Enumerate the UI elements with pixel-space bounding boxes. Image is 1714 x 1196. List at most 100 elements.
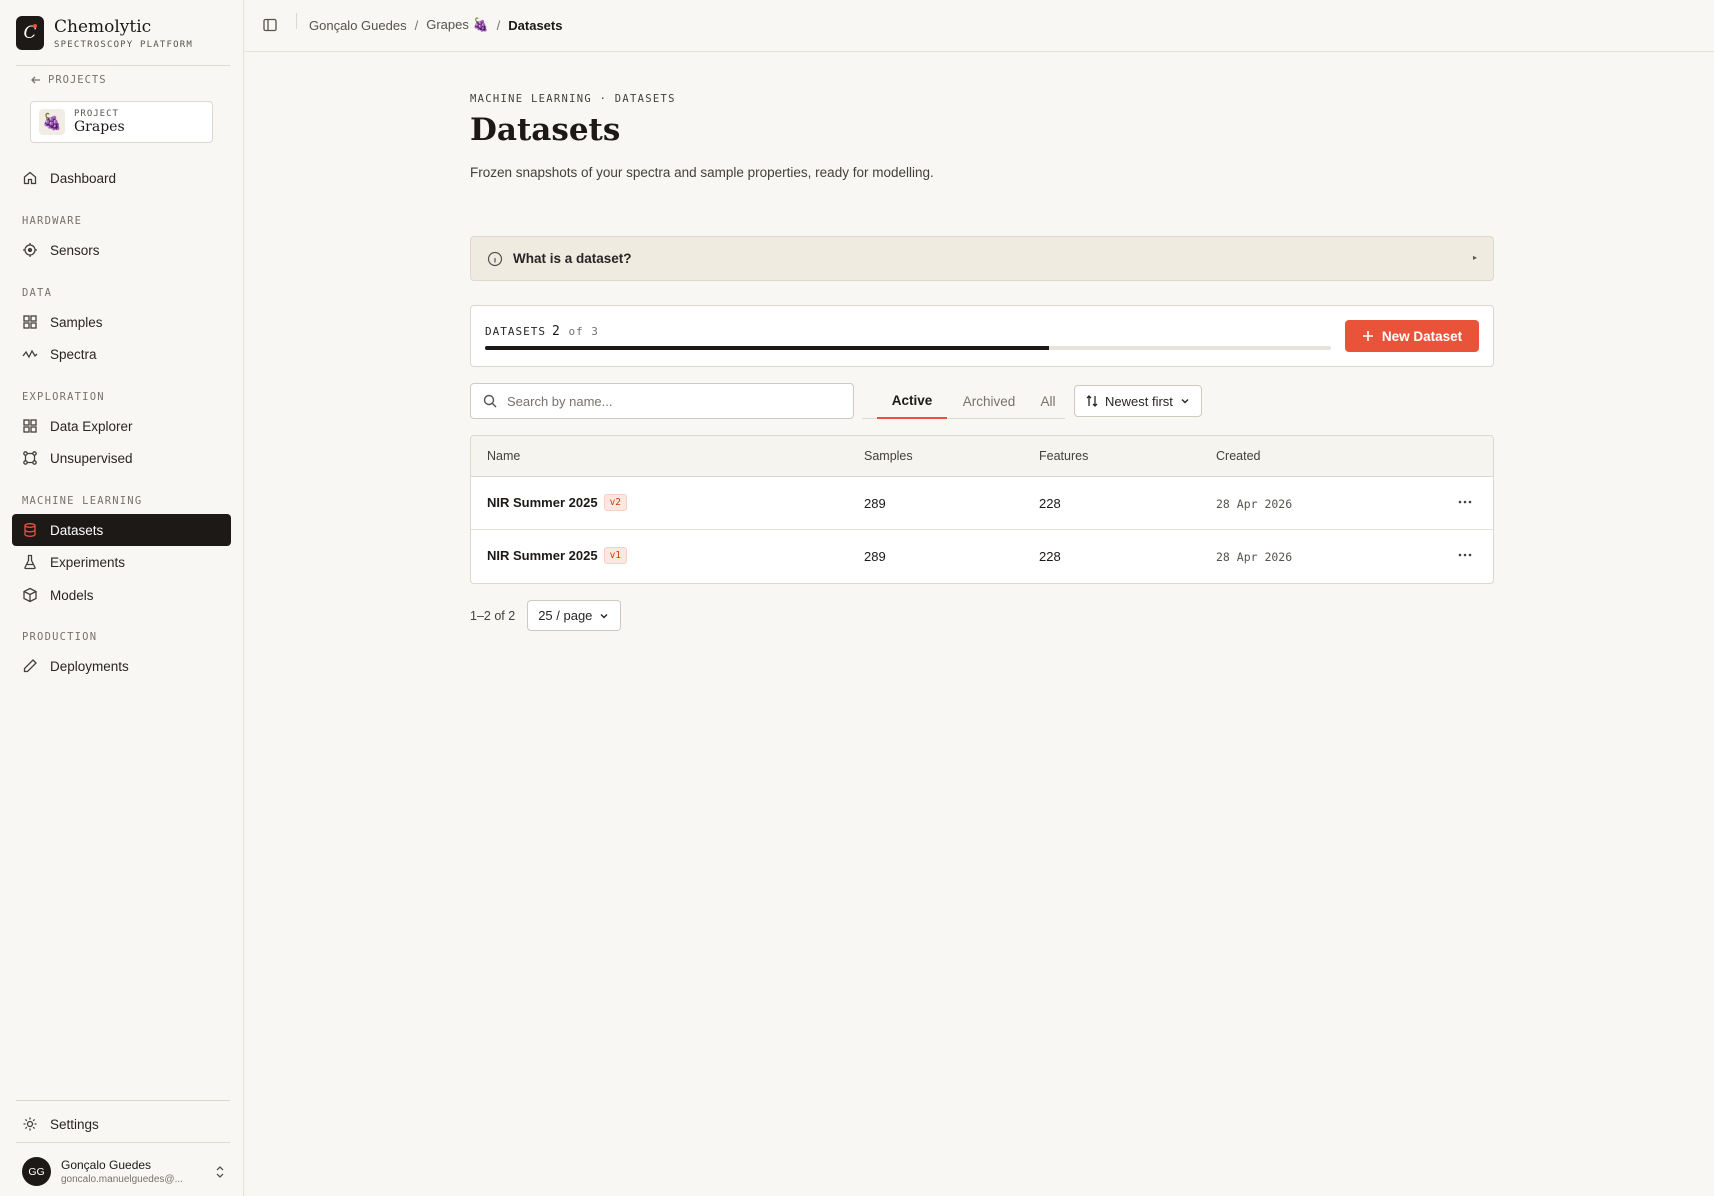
waveform-icon [22,349,38,359]
more-horizontal-icon[interactable] [1457,494,1473,510]
search-icon [483,394,497,408]
page-description: Frozen snapshots of your spectra and sam… [470,165,934,180]
section-label-data: DATA [22,287,53,299]
breadcrumb-separator: / [414,17,419,33]
quota-label: DATASETS 2 of 3 [485,324,599,339]
info-label: What is a dataset? [513,251,632,266]
tab-active[interactable]: Active [877,383,947,419]
sidebar-item-sensors[interactable]: Sensors [12,234,231,266]
arrow-left-icon [31,76,40,84]
dataset-name[interactable]: NIR Summer 2025 [487,495,598,510]
project-switcher[interactable]: 🍇 PROJECT Grapes [30,101,213,143]
info-icon [487,251,503,266]
user-name: Gonçalo Guedes [61,1158,152,1172]
breadcrumb-user[interactable]: Gonçalo Guedes [309,18,407,33]
disclosure-caret-icon: ▸ [1472,253,1477,262]
sidebar-item-deployments[interactable]: Deployments [12,650,231,682]
sun-gear-icon [23,1117,37,1131]
section-label-production: PRODUCTION [22,631,98,643]
column-header-samples[interactable]: Samples [864,449,913,463]
plus-icon [1362,331,1373,341]
breadcrumb-current: Datasets [508,17,563,33]
sidebar-item-label: Samples [50,314,103,330]
sidebar-item-label: Spectra [50,346,97,362]
sidebar: C Chemolytic SPECTROSCOPY PLATFORM PROJE… [0,0,244,1196]
sidebar-item-label: Experiments [50,554,126,570]
sidebar-item-datasets[interactable]: Datasets [12,514,231,546]
per-page-select[interactable]: 25 / page [527,600,622,631]
sidebar-item-label: Datasets [50,522,104,538]
flask-icon [24,554,36,570]
sidebar-item-models[interactable]: Models [12,579,231,611]
sidebar-toggle-icon[interactable] [262,17,278,33]
sidebar-item-data-explorer[interactable]: Data Explorer [12,410,231,442]
user-menu[interactable]: GG Gonçalo Guedes goncalo.manuelguedes@.… [22,1157,227,1186]
dataset-name[interactable]: NIR Summer 2025 [487,548,598,563]
sidebar-item-label: Models [50,587,94,603]
sidebar-item-experiments[interactable]: Experiments [12,546,231,578]
sidebar-item-samples[interactable]: Samples [12,306,231,338]
nodes-icon [23,451,37,465]
new-dataset-button[interactable]: New Dataset [1345,320,1479,352]
user-email: goncalo.manuelguedes@... [61,1174,183,1185]
quota-used: 2 [551,324,561,339]
back-to-projects-label: PROJECTS [48,74,107,86]
section-label-hardware: HARDWARE [22,215,83,227]
table-row[interactable]: NIR Summer 2025 v1 289 228 28 Apr 2026 [471,530,1493,583]
target-icon [23,243,37,257]
chevron-down-icon [600,613,608,618]
dataset-name-cell: NIR Summer 2025 v2 [487,494,628,511]
column-header-name[interactable]: Name [487,449,520,463]
features-cell: 228 [1039,496,1061,511]
new-dataset-label: New Dataset [1381,328,1463,344]
sidebar-divider [16,65,230,66]
more-horizontal-icon[interactable] [1457,547,1473,563]
quota-progress-bar [485,346,1331,350]
version-badge: v1 [603,547,628,564]
column-header-created[interactable]: Created [1216,449,1260,463]
chevron-down-icon [1181,399,1189,404]
sidebar-divider [16,1100,230,1101]
sidebar-item-label: Settings [50,1116,99,1132]
page-title: Datasets [470,112,621,148]
dataset-info-disclosure[interactable]: What is a dataset? ▸ [470,236,1494,281]
samples-cell: 289 [864,496,886,511]
chevrons-up-down-icon [216,1165,224,1178]
grid-icon [23,315,37,329]
project-name: Grapes [74,118,125,135]
page-eyebrow: MACHINE LEARNING · DATASETS [470,93,676,105]
brand-logo: C [16,16,44,50]
samples-cell: 289 [864,549,886,564]
search-field[interactable] [470,383,854,419]
pagination-range: 1–2 of 2 [470,608,516,623]
search-input[interactable] [507,393,827,409]
breadcrumb: Gonçalo Guedes / Grapes 🍇 / Datasets [309,17,562,33]
breadcrumb-project[interactable]: Grapes 🍇 [426,17,488,33]
section-label-exploration: EXPLORATION [22,391,105,403]
avatar: GG [22,1157,51,1186]
sidebar-item-settings[interactable]: Settings [12,1108,231,1140]
sort-dropdown[interactable]: Newest first [1074,385,1202,417]
datasets-table: Name Samples Features Created NIR Summer… [470,435,1494,584]
dataset-name-cell: NIR Summer 2025 v1 [487,547,628,564]
topbar: Gonçalo Guedes / Grapes 🍇 / Datasets [244,0,1714,52]
back-to-projects-link[interactable]: PROJECTS [30,74,107,86]
sidebar-item-spectra[interactable]: Spectra [12,338,231,370]
created-cell: 28 Apr 2026 [1216,550,1293,564]
dataset-quota-card: DATASETS 2 of 3 New Dataset [470,305,1494,367]
quota-limit: of 3 [568,325,599,338]
features-cell: 228 [1039,549,1061,564]
brand-name: Chemolytic [54,16,152,37]
tab-archived[interactable]: Archived [947,383,1031,419]
column-header-features[interactable]: Features [1039,449,1088,463]
table-row[interactable]: NIR Summer 2025 v2 289 228 28 Apr 2026 [471,477,1493,530]
brand-logo-dot [33,24,37,28]
brand[interactable]: C Chemolytic SPECTROSCOPY PLATFORM [16,16,193,50]
sidebar-item-unsupervised[interactable]: Unsupervised [12,442,231,474]
sidebar-item-label: Data Explorer [50,418,133,434]
sidebar-item-dashboard[interactable]: Dashboard [12,162,231,194]
project-eyebrow: PROJECT [74,108,119,119]
brand-subtitle: SPECTROSCOPY PLATFORM [54,39,193,50]
tab-all[interactable]: All [1031,383,1065,419]
grid-icon [23,419,37,433]
